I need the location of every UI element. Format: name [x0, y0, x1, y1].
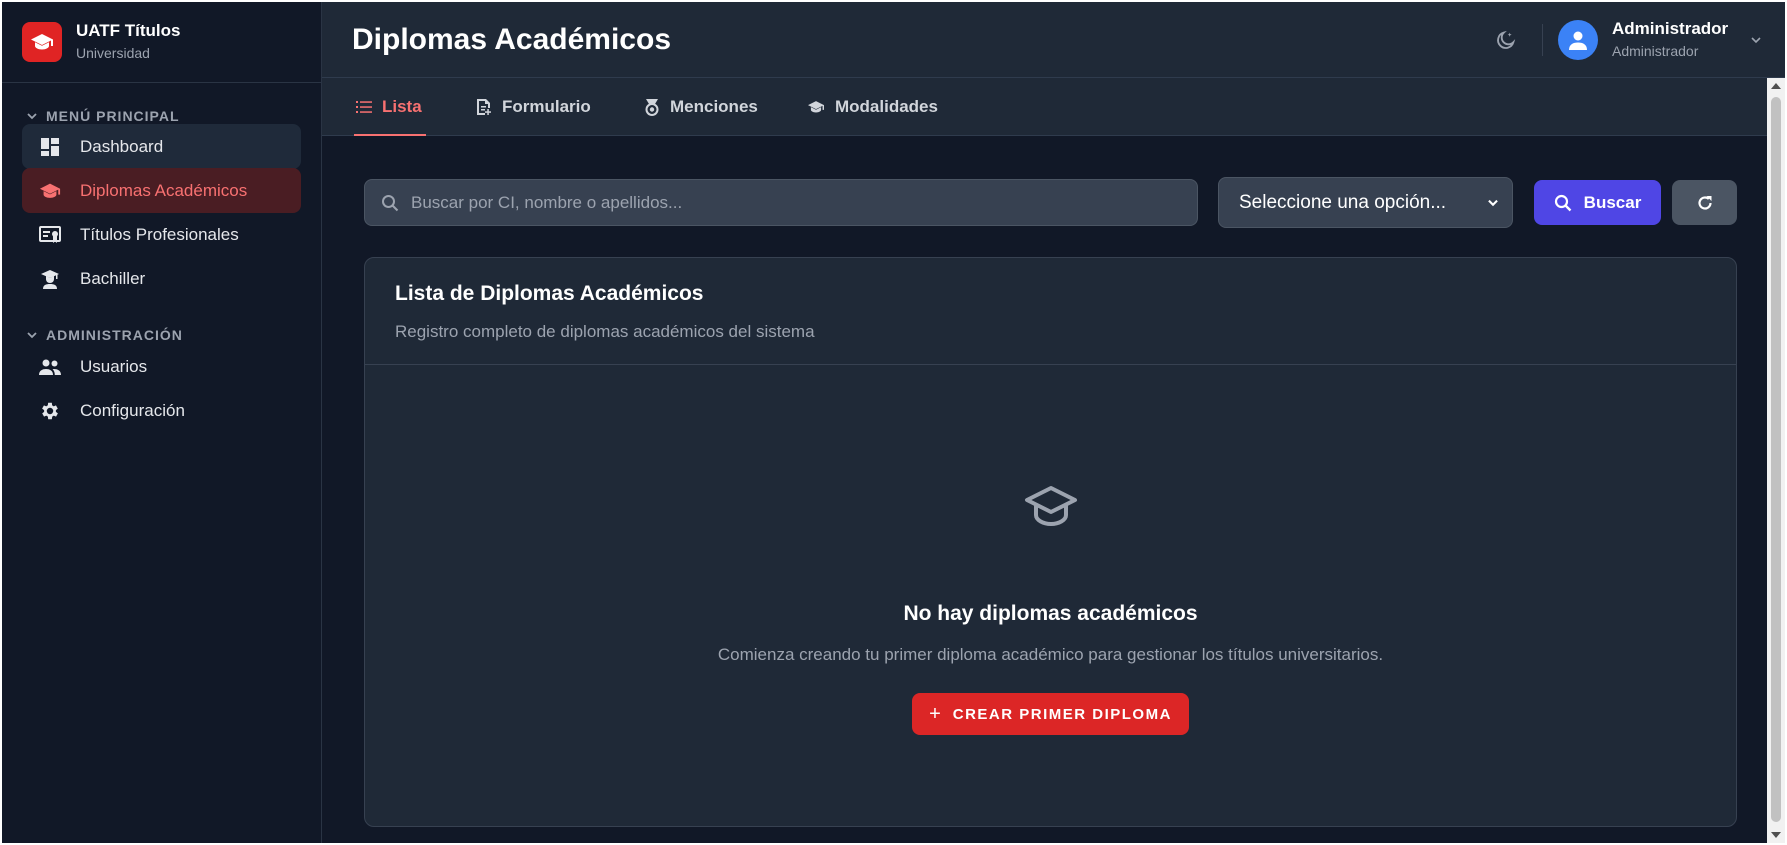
tab-label: Menciones: [670, 97, 758, 116]
sidebar-item-titulos-profesionales[interactable]: Títulos Profesionales: [22, 212, 301, 257]
sidebar-item-label: Títulos Profesionales: [80, 224, 239, 244]
search-box: [364, 179, 1198, 226]
chevron-down-icon: [1488, 199, 1498, 207]
sidebar-item-label: Diplomas Académicos: [80, 180, 248, 200]
empty-state-title: No hay diplomas académicos: [903, 602, 1198, 625]
search-button[interactable]: Buscar: [1534, 180, 1661, 225]
tab-label: Formulario: [502, 97, 591, 116]
content-area: Seleccione una opción... Buscar Lista de…: [322, 137, 1785, 843]
empty-state-text: Comienza creando tu primer diploma acadé…: [717, 645, 1384, 664]
list-icon: [356, 101, 372, 113]
section-label: ADMINISTRACIÓN: [46, 327, 183, 343]
graduation-cap-icon: [1023, 483, 1079, 538]
sidebar-item-configuracion[interactable]: Configuración: [22, 388, 301, 433]
refresh-button[interactable]: [1672, 180, 1737, 225]
scroll-thumb[interactable]: [1771, 97, 1781, 822]
sidebar-item-label: Usuarios: [80, 356, 148, 376]
user-menu[interactable]: Administrador Administrador: [1558, 18, 1762, 62]
user-icon: [1569, 31, 1587, 50]
tab-formulario[interactable]: Formulario: [476, 78, 591, 136]
sidebar-item-diplomas-academicos[interactable]: Diplomas Académicos: [22, 168, 301, 213]
users-icon: [38, 355, 62, 379]
theme-toggle-button[interactable]: [1492, 26, 1520, 54]
brand-subtitle: Universidad: [76, 45, 150, 61]
search-icon: [382, 194, 399, 211]
topbar: Diplomas Académicos Administrador Admini…: [322, 2, 1785, 78]
graduation-cap-icon: [38, 179, 62, 203]
sidebar: UATF Títulos Universidad MENÚ PRINCIPAL …: [2, 2, 322, 843]
tab-bar: Lista Formulario Menciones Modalidades: [322, 78, 1785, 136]
select-value: Seleccione una opción...: [1239, 191, 1447, 213]
card-title: Lista de Diplomas Académicos: [395, 282, 704, 305]
sidebar-item-dashboard[interactable]: Dashboard: [22, 124, 301, 169]
section-label: MENÚ PRINCIPAL: [46, 108, 180, 124]
sidebar-item-bachiller[interactable]: Bachiller: [22, 256, 301, 301]
dashboard-icon: [38, 135, 62, 159]
student-icon: [38, 267, 62, 291]
search-icon: [1554, 194, 1572, 211]
graduation-cap-icon: [808, 101, 824, 113]
sidebar-item-usuarios[interactable]: Usuarios: [22, 344, 301, 389]
plus-icon: +: [929, 702, 941, 725]
empty-state: No hay diplomas académicos Comienza crea…: [365, 365, 1736, 826]
search-input[interactable]: [411, 192, 1171, 213]
filter-select[interactable]: Seleccione una opción...: [1218, 177, 1513, 228]
search-button-label: Buscar: [1583, 192, 1642, 212]
tab-menciones[interactable]: Menciones: [644, 78, 758, 136]
create-button-label: CREAR PRIMER DIPLOMA: [952, 705, 1172, 723]
gear-icon: [38, 399, 62, 423]
app-window: UATF Títulos Universidad MENÚ PRINCIPAL …: [2, 2, 1785, 843]
chevron-down-icon: [1751, 37, 1761, 44]
topbar-divider: [1542, 24, 1543, 56]
scroll-up-arrow-icon[interactable]: [1771, 83, 1781, 89]
chevron-down-icon: [27, 332, 37, 339]
form-icon: [477, 99, 491, 115]
tab-lista[interactable]: Lista: [354, 78, 426, 136]
user-role: Administrador: [1612, 43, 1699, 59]
create-first-diploma-button[interactable]: + CREAR PRIMER DIPLOMA: [912, 693, 1189, 735]
card-header: Lista de Diplomas Académicos Registro co…: [365, 258, 1736, 365]
tab-label: Lista: [382, 97, 422, 116]
sidebar-item-label: Configuración: [80, 400, 185, 420]
scroll-down-arrow-icon[interactable]: [1771, 832, 1781, 838]
tab-label: Modalidades: [835, 97, 938, 116]
graduation-cap-logo-icon: [22, 22, 62, 62]
moon-icon: [1497, 30, 1516, 49]
sidebar-item-label: Bachiller: [80, 268, 146, 288]
tab-modalidades[interactable]: Modalidades: [807, 78, 938, 136]
page-title: Diplomas Académicos: [352, 22, 671, 56]
certificate-icon: [38, 223, 62, 247]
refresh-icon: [1697, 195, 1712, 210]
card-subtitle: Registro completo de diplomas académicos…: [395, 322, 815, 341]
section-administracion[interactable]: ADMINISTRACIÓN: [2, 327, 183, 343]
brand-title: UATF Títulos: [76, 21, 181, 40]
main-area: Diplomas Académicos Administrador Admini…: [322, 2, 1785, 843]
user-name: Administrador: [1612, 19, 1729, 38]
medal-icon: [645, 99, 659, 116]
section-menu-principal[interactable]: MENÚ PRINCIPAL: [2, 108, 180, 124]
brand: UATF Títulos Universidad: [2, 2, 321, 83]
diplomas-list-card: Lista de Diplomas Académicos Registro co…: [364, 257, 1737, 827]
avatar: [1558, 20, 1598, 60]
vertical-scrollbar[interactable]: [1767, 78, 1785, 843]
sidebar-item-label: Dashboard: [80, 136, 164, 156]
chevron-down-icon: [27, 113, 37, 120]
